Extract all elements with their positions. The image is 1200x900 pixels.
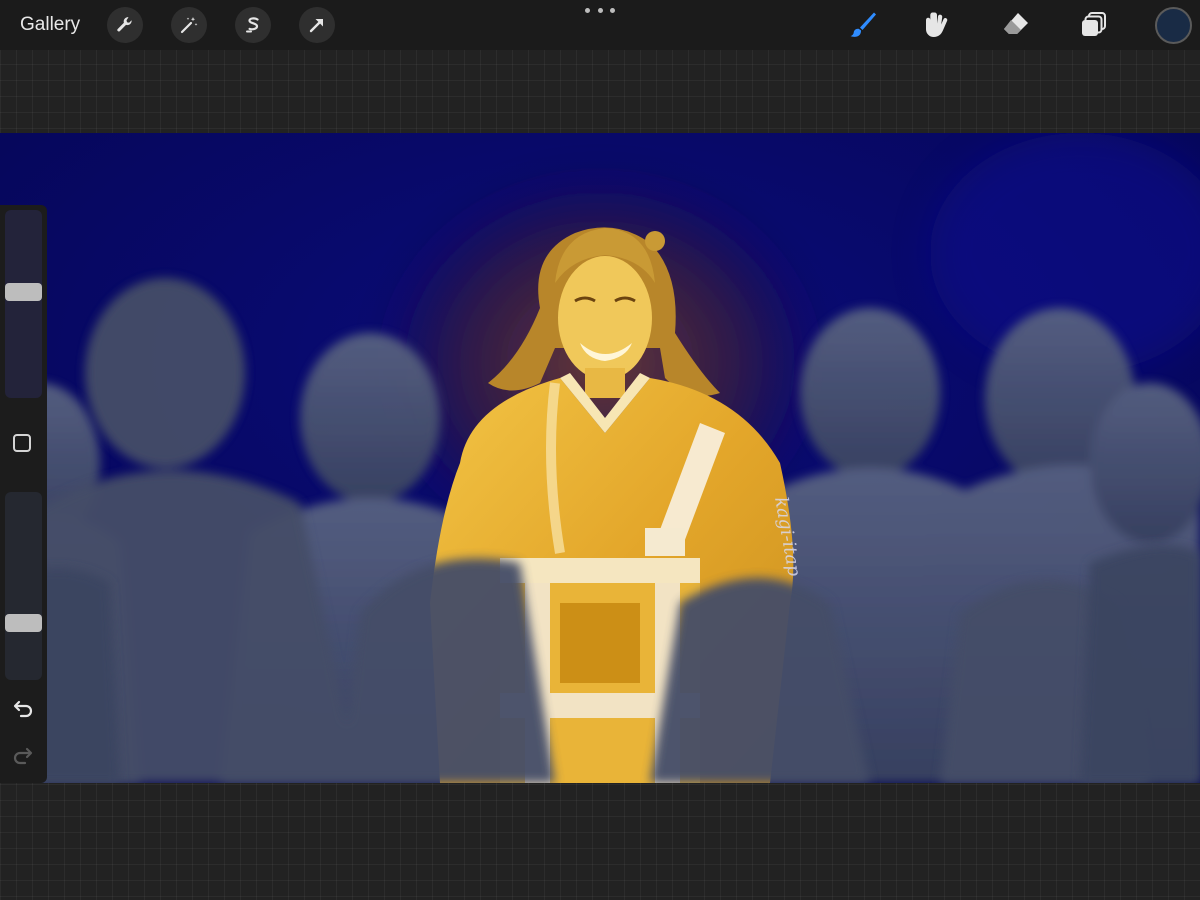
- procreate-app: Gallery kagi-itap: [0, 0, 1200, 900]
- dot: [610, 7, 615, 13]
- magic-wand-icon: [180, 17, 198, 34]
- dot: [597, 7, 603, 13]
- opacity-slider[interactable]: [5, 492, 42, 680]
- top-toolbar: Gallery: [0, 0, 1200, 50]
- undo-icon: [13, 700, 33, 718]
- artwork-canvas[interactable]: kagi-itap: [0, 133, 1200, 783]
- wrench-icon: [117, 17, 132, 32]
- smudge-icon: [926, 12, 948, 37]
- redo-button[interactable]: [10, 742, 36, 768]
- layers-icon: [1082, 12, 1106, 36]
- brush-size-slider[interactable]: [5, 210, 42, 398]
- color-picker-button[interactable]: [1155, 7, 1192, 44]
- transform-button[interactable]: [299, 7, 335, 43]
- eraser-tool-button[interactable]: [998, 7, 1034, 43]
- selection-button[interactable]: [235, 7, 271, 43]
- gallery-button[interactable]: Gallery: [20, 12, 80, 38]
- brush-icon: [850, 12, 876, 37]
- brush-size-handle[interactable]: [5, 283, 42, 301]
- modify-square-icon[interactable]: [13, 434, 31, 452]
- artwork-painting: kagi-itap: [0, 133, 1200, 783]
- transform-icon: [309, 19, 323, 33]
- selection-icon: [246, 17, 259, 33]
- redo-icon: [13, 747, 33, 765]
- brush-tool-button[interactable]: [844, 7, 880, 43]
- eraser-icon: [1004, 13, 1028, 34]
- opacity-handle[interactable]: [5, 614, 42, 632]
- left-sidebar: [0, 205, 47, 783]
- undo-button[interactable]: [10, 695, 36, 721]
- actions-button[interactable]: [107, 7, 143, 43]
- more-dots-icon[interactable]: [585, 2, 615, 18]
- smudge-tool-button[interactable]: [921, 7, 957, 43]
- dot: [585, 7, 590, 13]
- layers-button[interactable]: [1076, 7, 1112, 43]
- adjustments-button[interactable]: [171, 7, 207, 43]
